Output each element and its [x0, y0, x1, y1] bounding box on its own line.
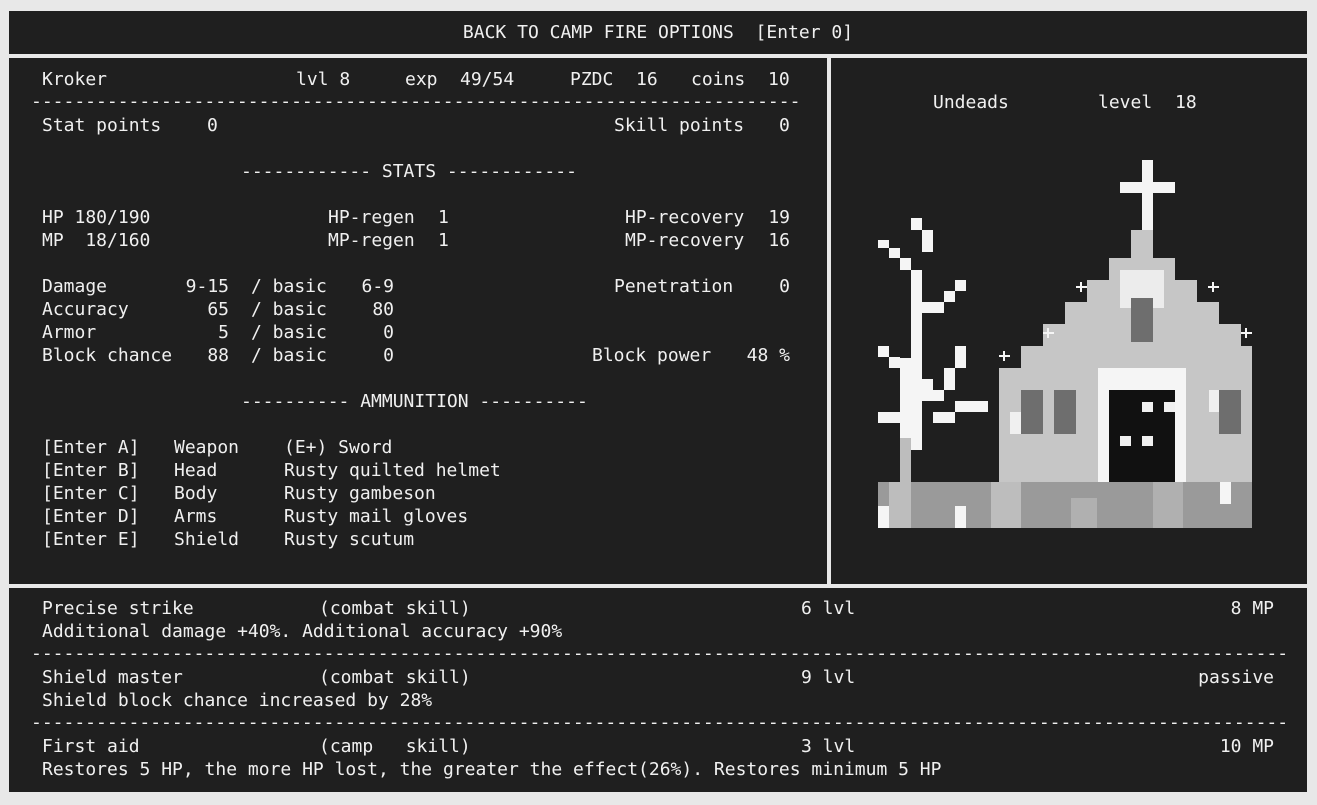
location-panel: Undeads level 18: [831, 58, 1307, 584]
ammo-slot: Shield: [174, 529, 240, 550]
skill-name: First aid: [42, 736, 140, 757]
skill-description: Additional damage +40%. Additional accur…: [42, 621, 563, 642]
skill-divider: ----------------------------------------…: [31, 647, 1287, 661]
penetration-label: Penetration: [614, 276, 734, 297]
character-stats-panel: Kroker lvl 8 exp 49/54 PZDC 16 coins 10 …: [9, 58, 827, 584]
skill-type: (combat skill): [319, 667, 471, 688]
header-divider: ----------------------------------------…: [31, 95, 801, 109]
skill-points-label: Skill points: [614, 115, 745, 136]
ammo-item: Rusty scutum: [284, 529, 415, 550]
skill-cost: 8 MP: [1230, 598, 1274, 619]
ammo-item: Rusty gambeson: [284, 483, 436, 504]
skill-type: (combat skill): [319, 598, 471, 619]
ammo-item: Rusty mail gloves: [284, 506, 469, 527]
coins-label: coins: [691, 69, 746, 90]
skills-panel: Precise strike (combat skill) 6 lvl 8 MP…: [9, 588, 1307, 792]
accuracy-label: Accuracy: [42, 299, 129, 320]
character-name: Kroker: [42, 69, 108, 90]
stat-points-label: Stat points: [42, 115, 162, 136]
damage-basic-value: 6-9: [361, 276, 394, 297]
ammo-slot: Weapon: [174, 437, 240, 458]
ammunition-section-header: ---------- AMMUNITION ----------: [241, 391, 588, 412]
skill-level: 3 lvl: [801, 736, 856, 757]
mp-regen-label: MP-regen: [328, 230, 415, 251]
block-chance-value: 88: [207, 345, 229, 366]
pzdc-label: PZDC: [570, 69, 614, 90]
character-level: lvl 8: [296, 69, 351, 90]
skill-name: Shield master: [42, 667, 183, 688]
back-to-camp-fire-button[interactable]: BACK TO CAMP FIRE OPTIONS [Enter 0]: [9, 11, 1307, 54]
mp-recovery-value: 16: [768, 230, 790, 251]
hp-regen-value: 1: [438, 207, 449, 228]
damage-label: Damage: [42, 276, 108, 297]
pzdc-value: 16: [636, 69, 658, 90]
armor-basic-label: / basic: [251, 322, 327, 343]
coins-value: 10: [768, 69, 790, 90]
skill-type: (camp skill): [319, 736, 471, 757]
penetration-value: 0: [779, 276, 790, 297]
stat-points-value: 0: [207, 115, 218, 136]
block-chance-basic-value: 0: [383, 345, 394, 366]
hp-regen-label: HP-regen: [328, 207, 415, 228]
ammo-key[interactable]: [Enter E]: [42, 528, 140, 551]
exp-label: exp: [405, 69, 438, 90]
back-button-label: BACK TO CAMP FIRE OPTIONS [Enter 0]: [462, 22, 854, 43]
block-power-value: 48 %: [746, 345, 790, 366]
skill-divider: ----------------------------------------…: [31, 716, 1287, 730]
ammo-key[interactable]: [Enter D]: [42, 505, 140, 528]
ammo-slot: Arms: [174, 506, 218, 527]
accuracy-value: 65: [207, 299, 229, 320]
skill-name: Precise strike: [42, 598, 194, 619]
stats-section-header: ------------ STATS ------------: [241, 161, 577, 182]
damage-value: 9-15: [185, 276, 229, 297]
skill-description: Restores 5 HP, the more HP lost, the gre…: [42, 759, 942, 780]
skill-description: Shield block chance increased by 28%: [42, 690, 433, 711]
mp-regen-value: 1: [438, 230, 449, 251]
armor-value: 5: [218, 322, 229, 343]
mp-recovery-label: MP-recovery: [625, 230, 745, 251]
ammo-item: (E+) Sword: [284, 437, 393, 458]
mp-stat: MP 18/160: [42, 230, 151, 251]
skill-points-value: 0: [779, 115, 790, 136]
block-power-label: Block power: [592, 345, 712, 366]
armor-basic-value: 0: [383, 322, 394, 343]
ammo-key[interactable]: [Enter B]: [42, 459, 140, 482]
accuracy-basic-label: / basic: [251, 299, 327, 320]
accuracy-basic-value: 80: [372, 299, 394, 320]
chapel-pixel-art-icon: [878, 160, 1252, 528]
block-chance-basic-label: / basic: [251, 345, 327, 366]
skill-cost: 10 MP: [1219, 736, 1274, 757]
ammo-key[interactable]: [Enter C]: [42, 482, 140, 505]
ammo-slot: Head: [174, 460, 218, 481]
armor-label: Armor: [42, 322, 97, 343]
hp-recovery-label: HP-recovery: [625, 207, 745, 228]
ammo-slot: Body: [174, 483, 218, 504]
ammo-item: Rusty quilted helmet: [284, 460, 501, 481]
damage-basic-label: / basic: [251, 276, 327, 297]
hp-recovery-value: 19: [768, 207, 790, 228]
skill-level: 9 lvl: [801, 667, 856, 688]
skill-level: 6 lvl: [801, 598, 856, 619]
block-chance-label: Block chance: [42, 345, 173, 366]
hp-stat: HP 180/190: [42, 207, 151, 228]
exp-value: 49/54: [460, 69, 515, 90]
skill-cost: passive: [1198, 667, 1274, 688]
ammo-key[interactable]: [Enter A]: [42, 436, 140, 459]
